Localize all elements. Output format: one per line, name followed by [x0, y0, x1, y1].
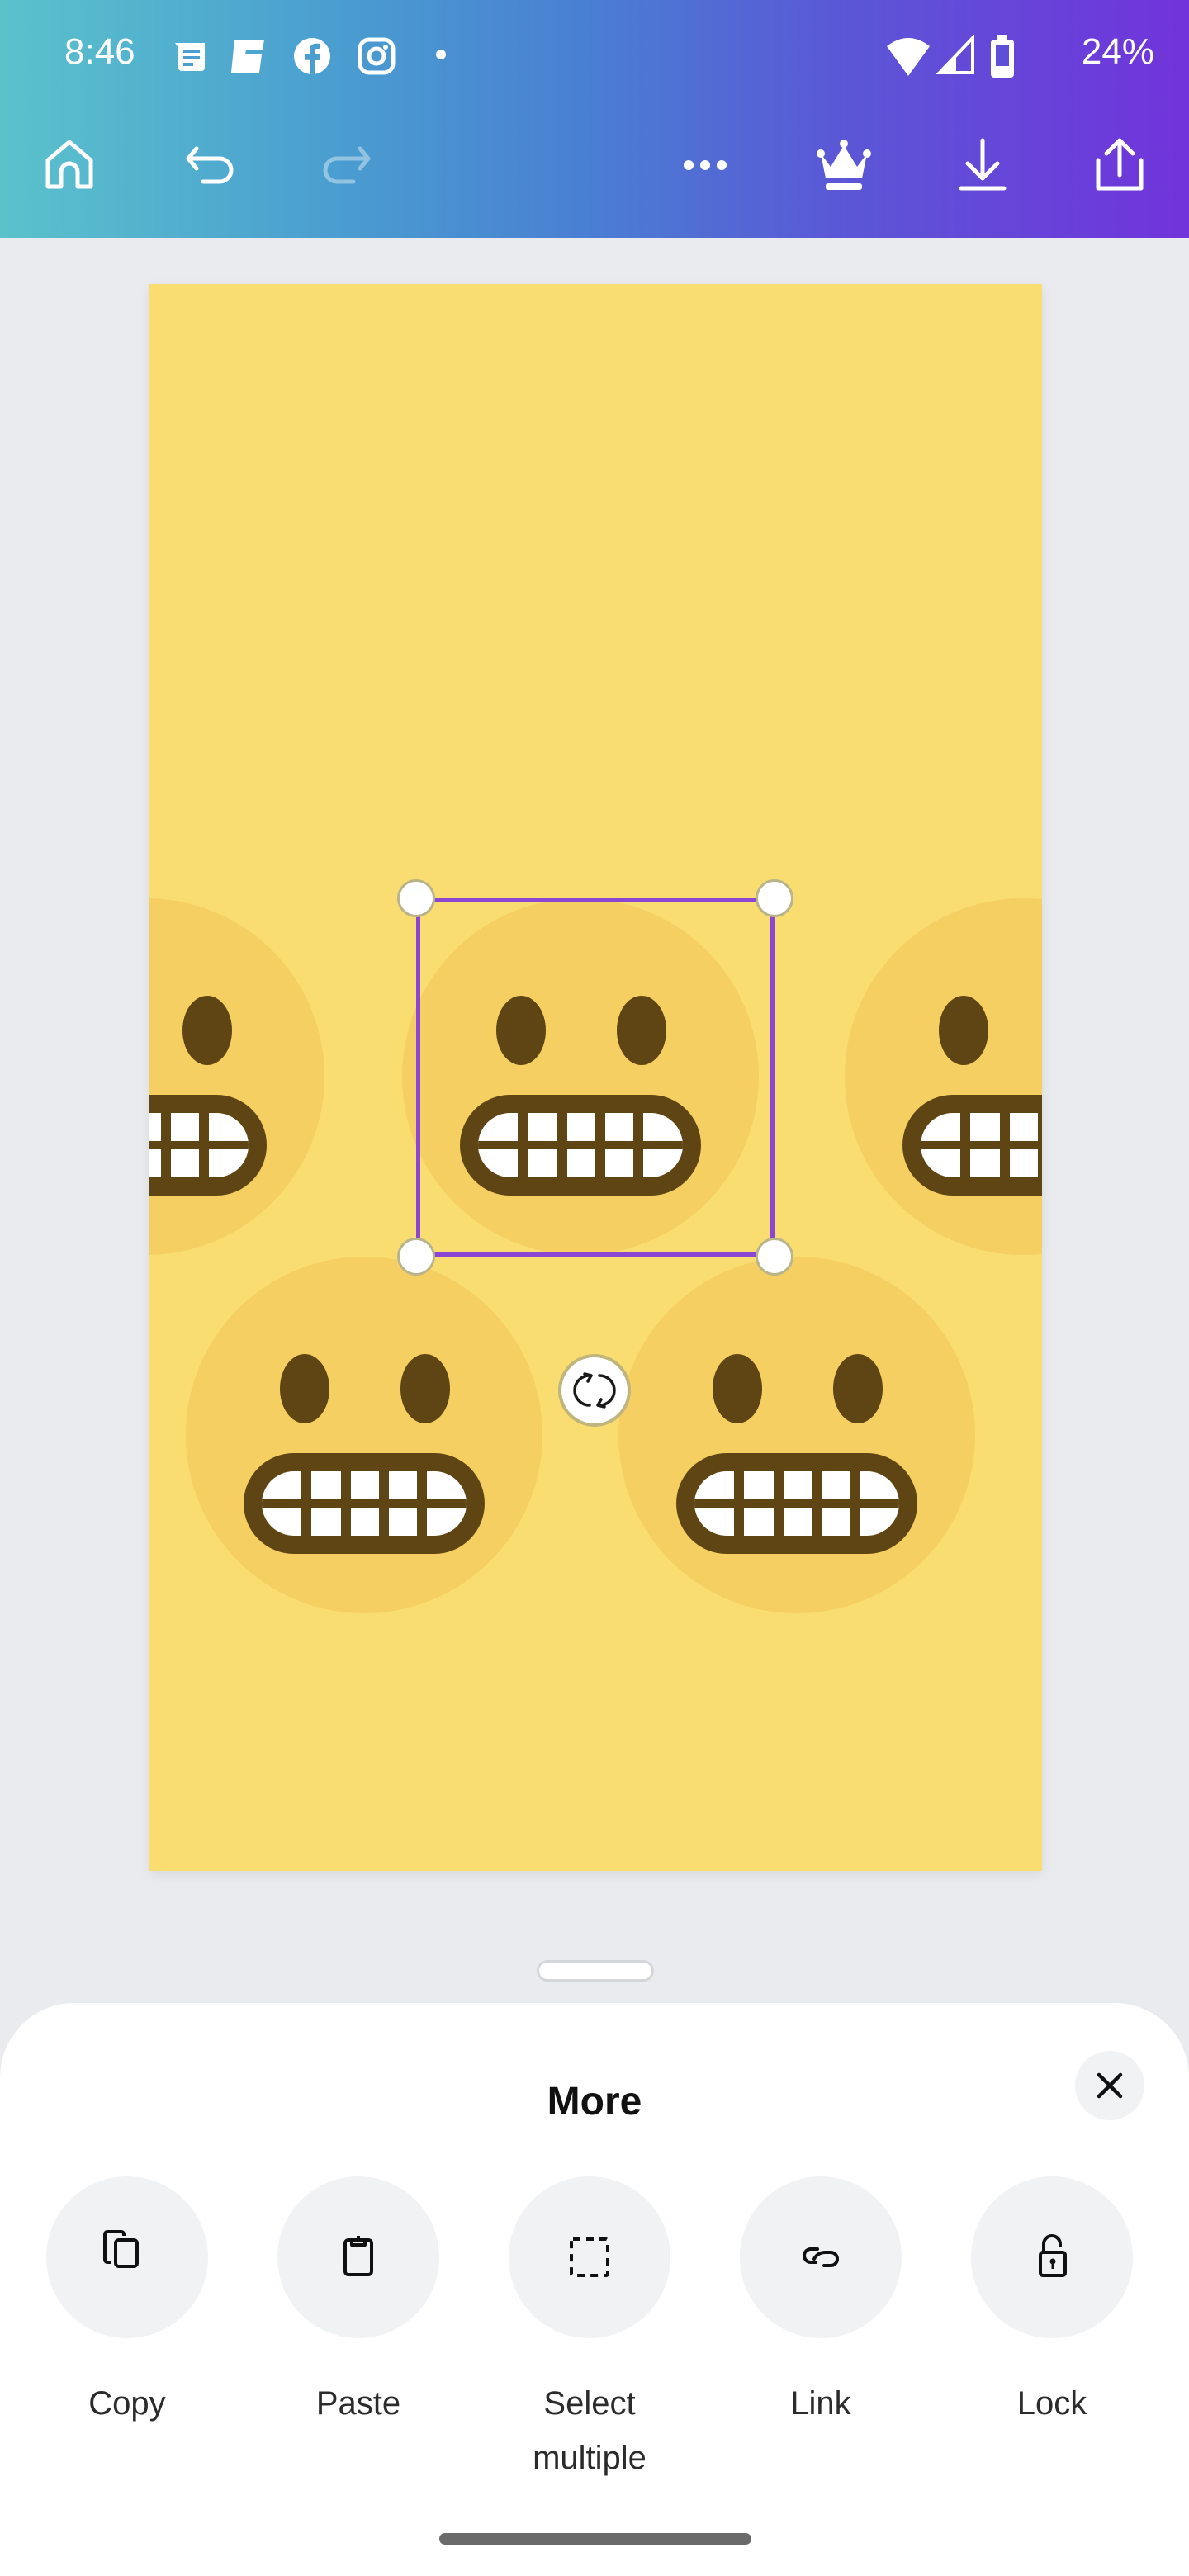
paste-label: Paste [315, 2385, 401, 2422]
copy-action-circle[interactable] [46, 2176, 208, 2338]
signal-icon [936, 35, 974, 74]
rotate-button[interactable] [558, 1354, 631, 1427]
copy-label: Copy [88, 2385, 166, 2422]
redo-button[interactable] [304, 124, 386, 206]
gesture-home-indicator[interactable] [439, 2533, 751, 2545]
instagram-icon [358, 37, 396, 75]
screen: 8:46 24% More Copy Paste Select multiple… [0, 0, 1189, 2576]
editor-header: 8:46 24% [0, 0, 1189, 238]
facebook-icon [294, 38, 330, 74]
battery-icon [991, 35, 1014, 78]
more-bottom-sheet: More Copy Paste Select multiple Link Loc… [0, 2003, 1189, 2576]
premium-button[interactable] [803, 124, 885, 206]
copy-icon [103, 2230, 139, 2268]
crown-icon [817, 140, 871, 190]
close-button[interactable] [1075, 2051, 1144, 2120]
grimacing-emoji-right-cropped[interactable] [845, 898, 1042, 1255]
home-icon [45, 140, 93, 189]
resize-handle-top-left[interactable] [397, 879, 435, 917]
undo-button[interactable] [170, 124, 253, 206]
home-button[interactable] [28, 124, 111, 206]
download-icon [959, 138, 1007, 191]
sheet-drag-handle[interactable] [537, 1960, 654, 1982]
download-button[interactable] [941, 124, 1024, 206]
dot-icon [436, 50, 446, 59]
select-multiple-action[interactable]: Select multiple [507, 2176, 672, 2485]
status-bar: 8:46 24% [0, 0, 1189, 107]
select-multiple-action-circle[interactable] [509, 2176, 670, 2338]
select-multiple-icon [570, 2237, 609, 2277]
grimacing-emoji-selected[interactable] [402, 898, 759, 1255]
close-icon [1097, 2072, 1123, 2099]
grimacing-emoji-bottom-right[interactable] [618, 1257, 975, 1613]
copy-action[interactable]: Copy [45, 2176, 210, 2431]
lock-action-circle[interactable] [971, 2176, 1133, 2338]
resize-handle-bottom-right[interactable] [756, 1238, 793, 1276]
lock-label: Lock [1016, 2385, 1087, 2422]
wifi-icon [887, 38, 930, 76]
lock-action[interactable]: Lock [969, 2176, 1135, 2431]
undo-icon [186, 146, 234, 184]
design-page[interactable] [149, 284, 1042, 1871]
paste-action-circle[interactable] [277, 2176, 439, 2338]
resize-handle-top-right[interactable] [756, 879, 793, 917]
status-time: 8:46 [64, 31, 135, 72]
link-action-circle[interactable] [740, 2176, 902, 2338]
battery-percent: 24% [1081, 31, 1154, 72]
more-dots-icon [684, 160, 727, 170]
link-label: Link [790, 2385, 851, 2422]
grimacing-emoji-left-cropped[interactable] [149, 898, 324, 1255]
news-icon [175, 43, 205, 71]
share-icon [1096, 138, 1144, 191]
share-button[interactable] [1078, 124, 1161, 206]
redo-icon [323, 146, 371, 184]
app-e-icon [231, 40, 264, 73]
link-icon [803, 2247, 839, 2267]
link-action[interactable]: Link [738, 2176, 903, 2431]
rotate-icon [573, 1372, 616, 1409]
paste-icon [343, 2236, 373, 2276]
sheet-title: More [547, 2080, 642, 2124]
grimacing-emoji-bottom-left[interactable] [186, 1257, 542, 1613]
more-options-button[interactable] [664, 124, 746, 206]
unlock-icon [1039, 2234, 1067, 2277]
select-multiple-label: Select multiple [533, 2385, 647, 2476]
paste-action[interactable]: Paste [276, 2176, 441, 2431]
resize-handle-bottom-left[interactable] [397, 1238, 435, 1276]
